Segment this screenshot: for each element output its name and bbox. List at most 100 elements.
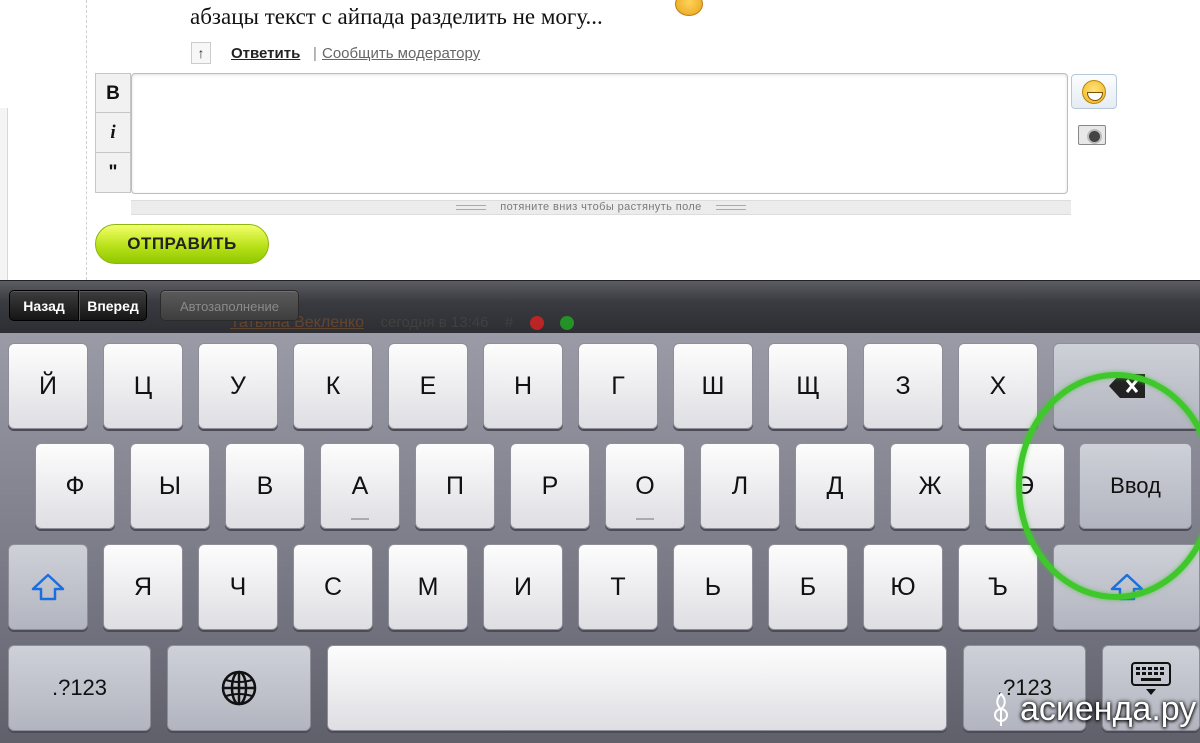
- key-10-row3[interactable]: Ъ: [958, 544, 1038, 630]
- key-4-row1[interactable]: К: [293, 343, 373, 429]
- shift-icon: [31, 573, 65, 601]
- key-label: Р: [541, 471, 559, 500]
- key-3-row2[interactable]: В: [225, 443, 305, 529]
- key-3-row1[interactable]: У: [198, 343, 278, 429]
- key-1-row3[interactable]: Я: [103, 544, 183, 630]
- key-6-row3[interactable]: Т: [578, 544, 658, 630]
- key-4-row3[interactable]: М: [388, 544, 468, 630]
- key-label: Щ: [796, 371, 820, 400]
- key-2-row3[interactable]: Ч: [198, 544, 278, 630]
- key-label: Ч: [229, 572, 247, 601]
- key-8-row1[interactable]: Ш: [673, 343, 753, 429]
- key-label: Д: [826, 471, 844, 500]
- comment-textarea[interactable]: [131, 73, 1068, 194]
- up-arrow-button[interactable]: ↑: [191, 42, 211, 64]
- minus-icon: [529, 315, 544, 330]
- key-5-row1[interactable]: Е: [388, 343, 468, 429]
- key-5-row3[interactable]: И: [483, 544, 563, 630]
- key-7-row3[interactable]: Ь: [673, 544, 753, 630]
- shift-key-left[interactable]: [8, 544, 88, 630]
- format-toolbar: B i ": [95, 73, 131, 193]
- key-11-row2[interactable]: Э: [985, 443, 1065, 529]
- key-label: Ц: [133, 371, 153, 400]
- key-label: У: [230, 371, 246, 400]
- key-3-row3[interactable]: С: [293, 544, 373, 630]
- link-separator: |: [313, 45, 317, 62]
- key-5-row2[interactable]: П: [415, 443, 495, 529]
- key-label: Ы: [158, 471, 182, 500]
- submit-button[interactable]: ОТПРАВИТЬ: [95, 224, 269, 264]
- key-label: Б: [799, 572, 817, 601]
- key-1-row1[interactable]: Й: [8, 343, 88, 429]
- key-label: С: [323, 572, 343, 601]
- key-7-row2[interactable]: О: [605, 443, 685, 529]
- key-6-row2[interactable]: Р: [510, 443, 590, 529]
- autofill-button[interactable]: Автозаполнение: [160, 290, 299, 321]
- key-10-row1[interactable]: З: [863, 343, 943, 429]
- key-9-row1[interactable]: Щ: [768, 343, 848, 429]
- accent-marker: [351, 518, 369, 520]
- globe-key[interactable]: [167, 645, 311, 731]
- space-key[interactable]: [327, 645, 947, 731]
- key-label: П: [446, 471, 464, 500]
- key-label: З: [895, 371, 911, 400]
- key-9-row2[interactable]: Д: [795, 443, 875, 529]
- key-label: Я: [133, 572, 153, 601]
- globe-icon: [221, 670, 257, 706]
- shift-key-right[interactable]: [1053, 544, 1200, 630]
- key-2-row2[interactable]: Ы: [130, 443, 210, 529]
- key-label: К: [325, 371, 341, 400]
- key-label: Ь: [704, 572, 722, 601]
- key-8-row3[interactable]: Б: [768, 544, 848, 630]
- key-label: А: [351, 471, 369, 500]
- smiley-icon: [675, 0, 703, 16]
- camera-icon[interactable]: [1078, 125, 1106, 145]
- backspace-key[interactable]: [1053, 343, 1200, 429]
- resize-hint: потяните вниз чтобы растянуть поле: [500, 201, 702, 213]
- return-key[interactable]: Ввод: [1079, 443, 1192, 529]
- quote-button[interactable]: ": [96, 153, 130, 192]
- backspace-icon: [1108, 374, 1145, 398]
- key-label: Л: [731, 471, 749, 500]
- numbers-key-left[interactable]: .?123: [8, 645, 151, 731]
- italic-button[interactable]: i: [96, 113, 130, 153]
- resize-handle[interactable]: потяните вниз чтобы растянуть поле: [131, 200, 1071, 215]
- back-button[interactable]: Назад: [9, 290, 79, 321]
- key-label: Ф: [65, 471, 85, 500]
- onscreen-keyboard: ЙЦУКЕНГШЩЗХ ФЫВАПРОЛДЖЭ ЯЧСМИТЬБЮЪ Ввод …: [0, 333, 1200, 743]
- watermark: асиенда.ру: [992, 690, 1196, 729]
- logo-icon: [994, 692, 1008, 726]
- key-11-row1[interactable]: Х: [958, 343, 1038, 429]
- key-6-row1[interactable]: Н: [483, 343, 563, 429]
- key-label: Й: [39, 371, 57, 400]
- key-label: Э: [1016, 471, 1034, 500]
- key-7-row1[interactable]: Г: [578, 343, 658, 429]
- bold-button[interactable]: B: [96, 74, 130, 114]
- key-label: М: [417, 572, 439, 601]
- smiley-icon: [1082, 80, 1106, 104]
- report-moderator-link[interactable]: Сообщить модератору: [322, 45, 480, 62]
- shift-icon: [1110, 573, 1143, 601]
- key-8-row2[interactable]: Л: [700, 443, 780, 529]
- key-2-row1[interactable]: Ц: [103, 343, 183, 429]
- forward-button[interactable]: Вперед: [79, 290, 147, 321]
- key-label: И: [514, 572, 532, 601]
- key-label: Х: [989, 371, 1007, 400]
- watermark-text: асиенда.ру: [1020, 690, 1197, 728]
- emoji-button[interactable]: [1071, 74, 1117, 109]
- key-1-row2[interactable]: Ф: [35, 443, 115, 529]
- key-label: Е: [419, 371, 437, 400]
- comment-text: абзацы текст с айпада разделить не могу.…: [190, 4, 603, 29]
- key-label: Ъ: [988, 572, 1008, 601]
- reply-link[interactable]: Ответить: [231, 45, 300, 62]
- key-label: В: [256, 471, 274, 500]
- key-4-row2[interactable]: А: [320, 443, 400, 529]
- ghost-hash: #: [504, 314, 514, 331]
- numbers-key-label: .?123: [51, 675, 108, 700]
- left-panel: [0, 108, 8, 280]
- return-key-label: Ввод: [1110, 473, 1161, 498]
- key-9-row3[interactable]: Ю: [863, 544, 943, 630]
- key-10-row2[interactable]: Ж: [890, 443, 970, 529]
- key-label: Н: [513, 371, 533, 400]
- key-label: Т: [610, 572, 626, 601]
